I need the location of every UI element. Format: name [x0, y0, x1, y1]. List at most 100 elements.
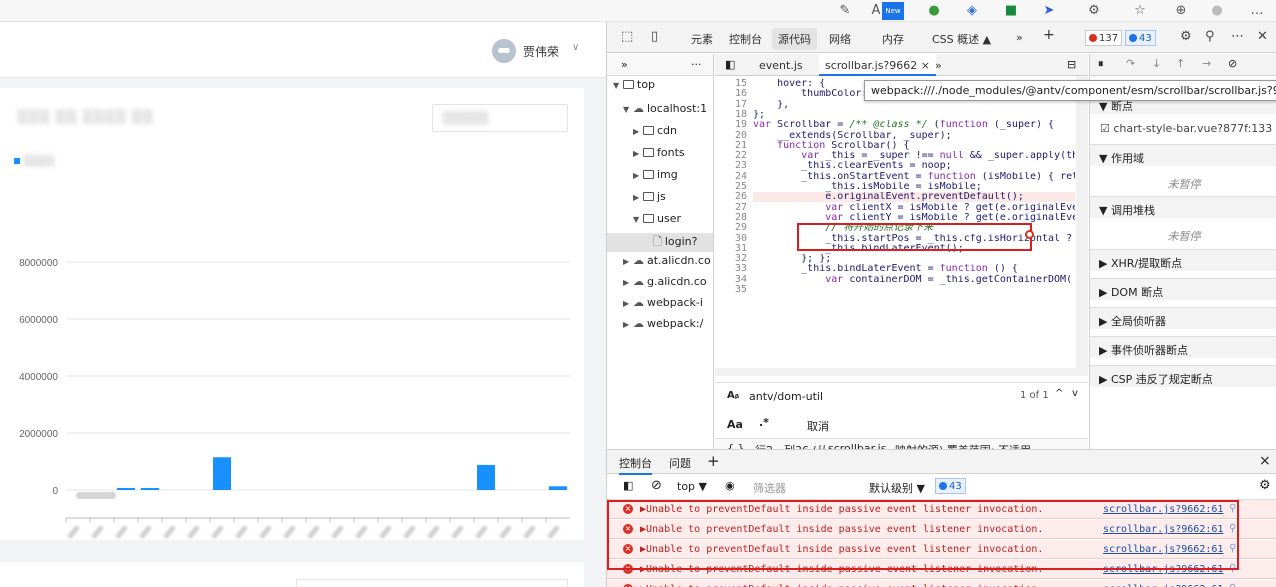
expand-right-icon[interactable]: ▶: [633, 149, 643, 158]
filter-input[interactable]: 筛选器: [753, 478, 857, 496]
message-count-badge[interactable]: 43: [1125, 30, 1156, 46]
user-name[interactable]: 贾伟荣: [523, 43, 559, 60]
chart-scrollbar-thumb[interactable]: [76, 492, 116, 499]
search-input[interactable]: antv/dom-util: [749, 390, 823, 403]
inspect-icon[interactable]: ⬚: [621, 29, 633, 44]
regex-button[interactable]: .*: [759, 416, 769, 429]
debugger-section-header[interactable]: ▶ 全局侦听器: [1090, 307, 1276, 329]
avatar[interactable]: [492, 39, 516, 63]
extension-cube-icon[interactable]: ◈: [963, 2, 981, 20]
context-select[interactable]: top ▼: [677, 480, 707, 493]
debugger-section-header[interactable]: ▼ 调用堆栈: [1090, 196, 1276, 218]
code-horizontal-scrollbar[interactable]: [715, 368, 1076, 376]
pen-icon[interactable]: ✎: [836, 2, 854, 20]
extension-sheet-icon[interactable]: ■: [1002, 2, 1020, 20]
tab-elements[interactable]: 元素: [691, 31, 713, 47]
tab-sources[interactable]: 源代码: [772, 28, 817, 50]
drawer-tab-issues[interactable]: 问题: [669, 455, 691, 471]
close-devtools-icon[interactable]: ✕: [1257, 29, 1268, 44]
line-number[interactable]: 19: [715, 120, 747, 130]
tab-memory[interactable]: 内存: [882, 31, 904, 47]
pause-icon[interactable]: ⏸: [1098, 57, 1104, 71]
step-out-icon[interactable]: ↑: [1176, 57, 1185, 70]
expand-down-icon[interactable]: ▼: [613, 81, 623, 90]
clear-console-icon[interactable]: ⊘: [651, 478, 662, 493]
tree-item[interactable]: ▶ ☁ webpack:/: [623, 317, 703, 330]
live-expression-eye-icon[interactable]: ◉: [725, 479, 735, 492]
extension-arrow-icon[interactable]: ➤: [1040, 2, 1058, 20]
search-mode-icon[interactable]: Aᵦ: [727, 390, 739, 401]
chevron-down-icon[interactable]: ∨: [572, 42, 579, 53]
chart-bar[interactable]: [141, 488, 159, 490]
more-tabs-icon[interactable]: »: [1016, 31, 1023, 44]
tab-network[interactable]: 网络: [829, 31, 851, 47]
breakpoint-marker-icon[interactable]: [1025, 230, 1034, 239]
line-number[interactable]: 26: [715, 192, 747, 202]
breakpoint-checkbox[interactable]: ☑: [1100, 122, 1113, 135]
line-number[interactable]: 20: [715, 130, 747, 141]
tree-item[interactable]: ▶ ☁ at.alicdn.co: [623, 254, 711, 267]
second-card-control[interactable]: [296, 579, 568, 587]
debugger-section-header[interactable]: ▶ XHR/提取断点: [1090, 249, 1276, 271]
debugger-section-header[interactable]: ▶ CSP 违反了规定断点: [1090, 365, 1276, 387]
debugger-section-header[interactable]: ▶ DOM 断点: [1090, 278, 1276, 300]
expand-right-icon[interactable]: ▶: [623, 257, 633, 266]
drawer-add-tab-icon[interactable]: +: [707, 452, 720, 470]
navigator-menu-icon[interactable]: ···: [691, 58, 702, 71]
editor-tab-event-js[interactable]: event.js: [759, 59, 803, 72]
drawer-tab-console[interactable]: 控制台: [619, 455, 652, 475]
step-icon[interactable]: →: [1202, 57, 1211, 70]
device-toolbar-icon[interactable]: ▯: [651, 29, 658, 44]
tree-item[interactable]: 🗋 login?: [607, 233, 713, 252]
chart-bar[interactable]: [477, 464, 495, 490]
line-number[interactable]: 35: [715, 285, 747, 295]
expand-right-icon[interactable]: ▶: [633, 193, 643, 202]
tree-item[interactable]: ▶ ☁ g.alicdn.co: [623, 275, 707, 288]
tree-item[interactable]: ▼ ☁ localhost:1: [623, 102, 707, 115]
expand-right-icon[interactable]: ▶: [633, 171, 643, 180]
line-number[interactable]: 29: [715, 223, 747, 233]
search-icon[interactable]: ⚲: [1229, 583, 1236, 587]
favorites-icon[interactable]: ☆: [1131, 2, 1149, 20]
log-level-select[interactable]: 默认级别 ▼: [869, 480, 925, 496]
console-sidebar-icon[interactable]: ◧: [623, 479, 633, 492]
toggle-debugger-icon[interactable]: ⊟: [1067, 58, 1076, 71]
cancel-search-button[interactable]: 取消: [800, 416, 836, 436]
toggle-navigator-icon[interactable]: ◧: [725, 58, 735, 71]
navigator-more-icon[interactable]: »: [621, 58, 628, 71]
tree-item[interactable]: ▶ fonts: [633, 146, 685, 159]
chart-bar[interactable]: [213, 457, 231, 490]
console-message-badge[interactable]: 43: [935, 478, 966, 494]
chart-bar[interactable]: [117, 488, 135, 490]
settings-gear-icon[interactable]: ⚙: [1180, 29, 1192, 44]
code-vertical-scrollbar[interactable]: [1076, 76, 1088, 376]
expand-right-icon[interactable]: ▶: [633, 127, 643, 136]
editor-tab-scrollbar-js[interactable]: scrollbar.js?9662 ×: [819, 54, 936, 76]
editor-tabs-more-icon[interactable]: »: [935, 59, 942, 72]
new-extension-icon[interactable]: New: [882, 2, 904, 20]
tree-item[interactable]: ▶ cdn: [633, 124, 677, 137]
step-into-icon[interactable]: ↓: [1152, 57, 1161, 70]
tree-item[interactable]: ▶ ☁ webpack-i: [623, 296, 703, 309]
expand-down-icon[interactable]: ▼: [633, 215, 643, 224]
line-number[interactable]: 33: [715, 264, 747, 274]
tree-item[interactable]: ▶ js: [633, 190, 666, 203]
expand-down-icon[interactable]: ▼: [623, 105, 633, 114]
collections-icon[interactable]: ⊕: [1172, 2, 1190, 20]
card-select[interactable]: ░░░░░: [432, 104, 568, 132]
line-number[interactable]: 30: [715, 233, 747, 244]
line-number[interactable]: 16: [715, 89, 747, 99]
feedback-icon[interactable]: ⚲: [1205, 29, 1215, 44]
tree-item[interactable]: ▼ user: [633, 212, 681, 225]
match-case-button[interactable]: Aa: [727, 418, 743, 431]
step-over-icon[interactable]: ↷: [1126, 57, 1135, 70]
extension-green-icon[interactable]: ●: [925, 2, 943, 20]
add-tab-icon[interactable]: +: [1043, 27, 1055, 43]
search-next-button[interactable]: v: [1072, 388, 1078, 399]
more-options-icon[interactable]: ⋯: [1231, 29, 1244, 44]
chart-legend[interactable]: ░░░░: [14, 154, 55, 167]
expand-right-icon[interactable]: ▶: [623, 299, 633, 308]
debugger-section-header[interactable]: ▼ 作用域: [1090, 144, 1276, 166]
expand-right-icon[interactable]: ▶: [623, 278, 633, 287]
console-message[interactable]: ×▶Unable to preventDefault inside passiv…: [607, 580, 1276, 587]
